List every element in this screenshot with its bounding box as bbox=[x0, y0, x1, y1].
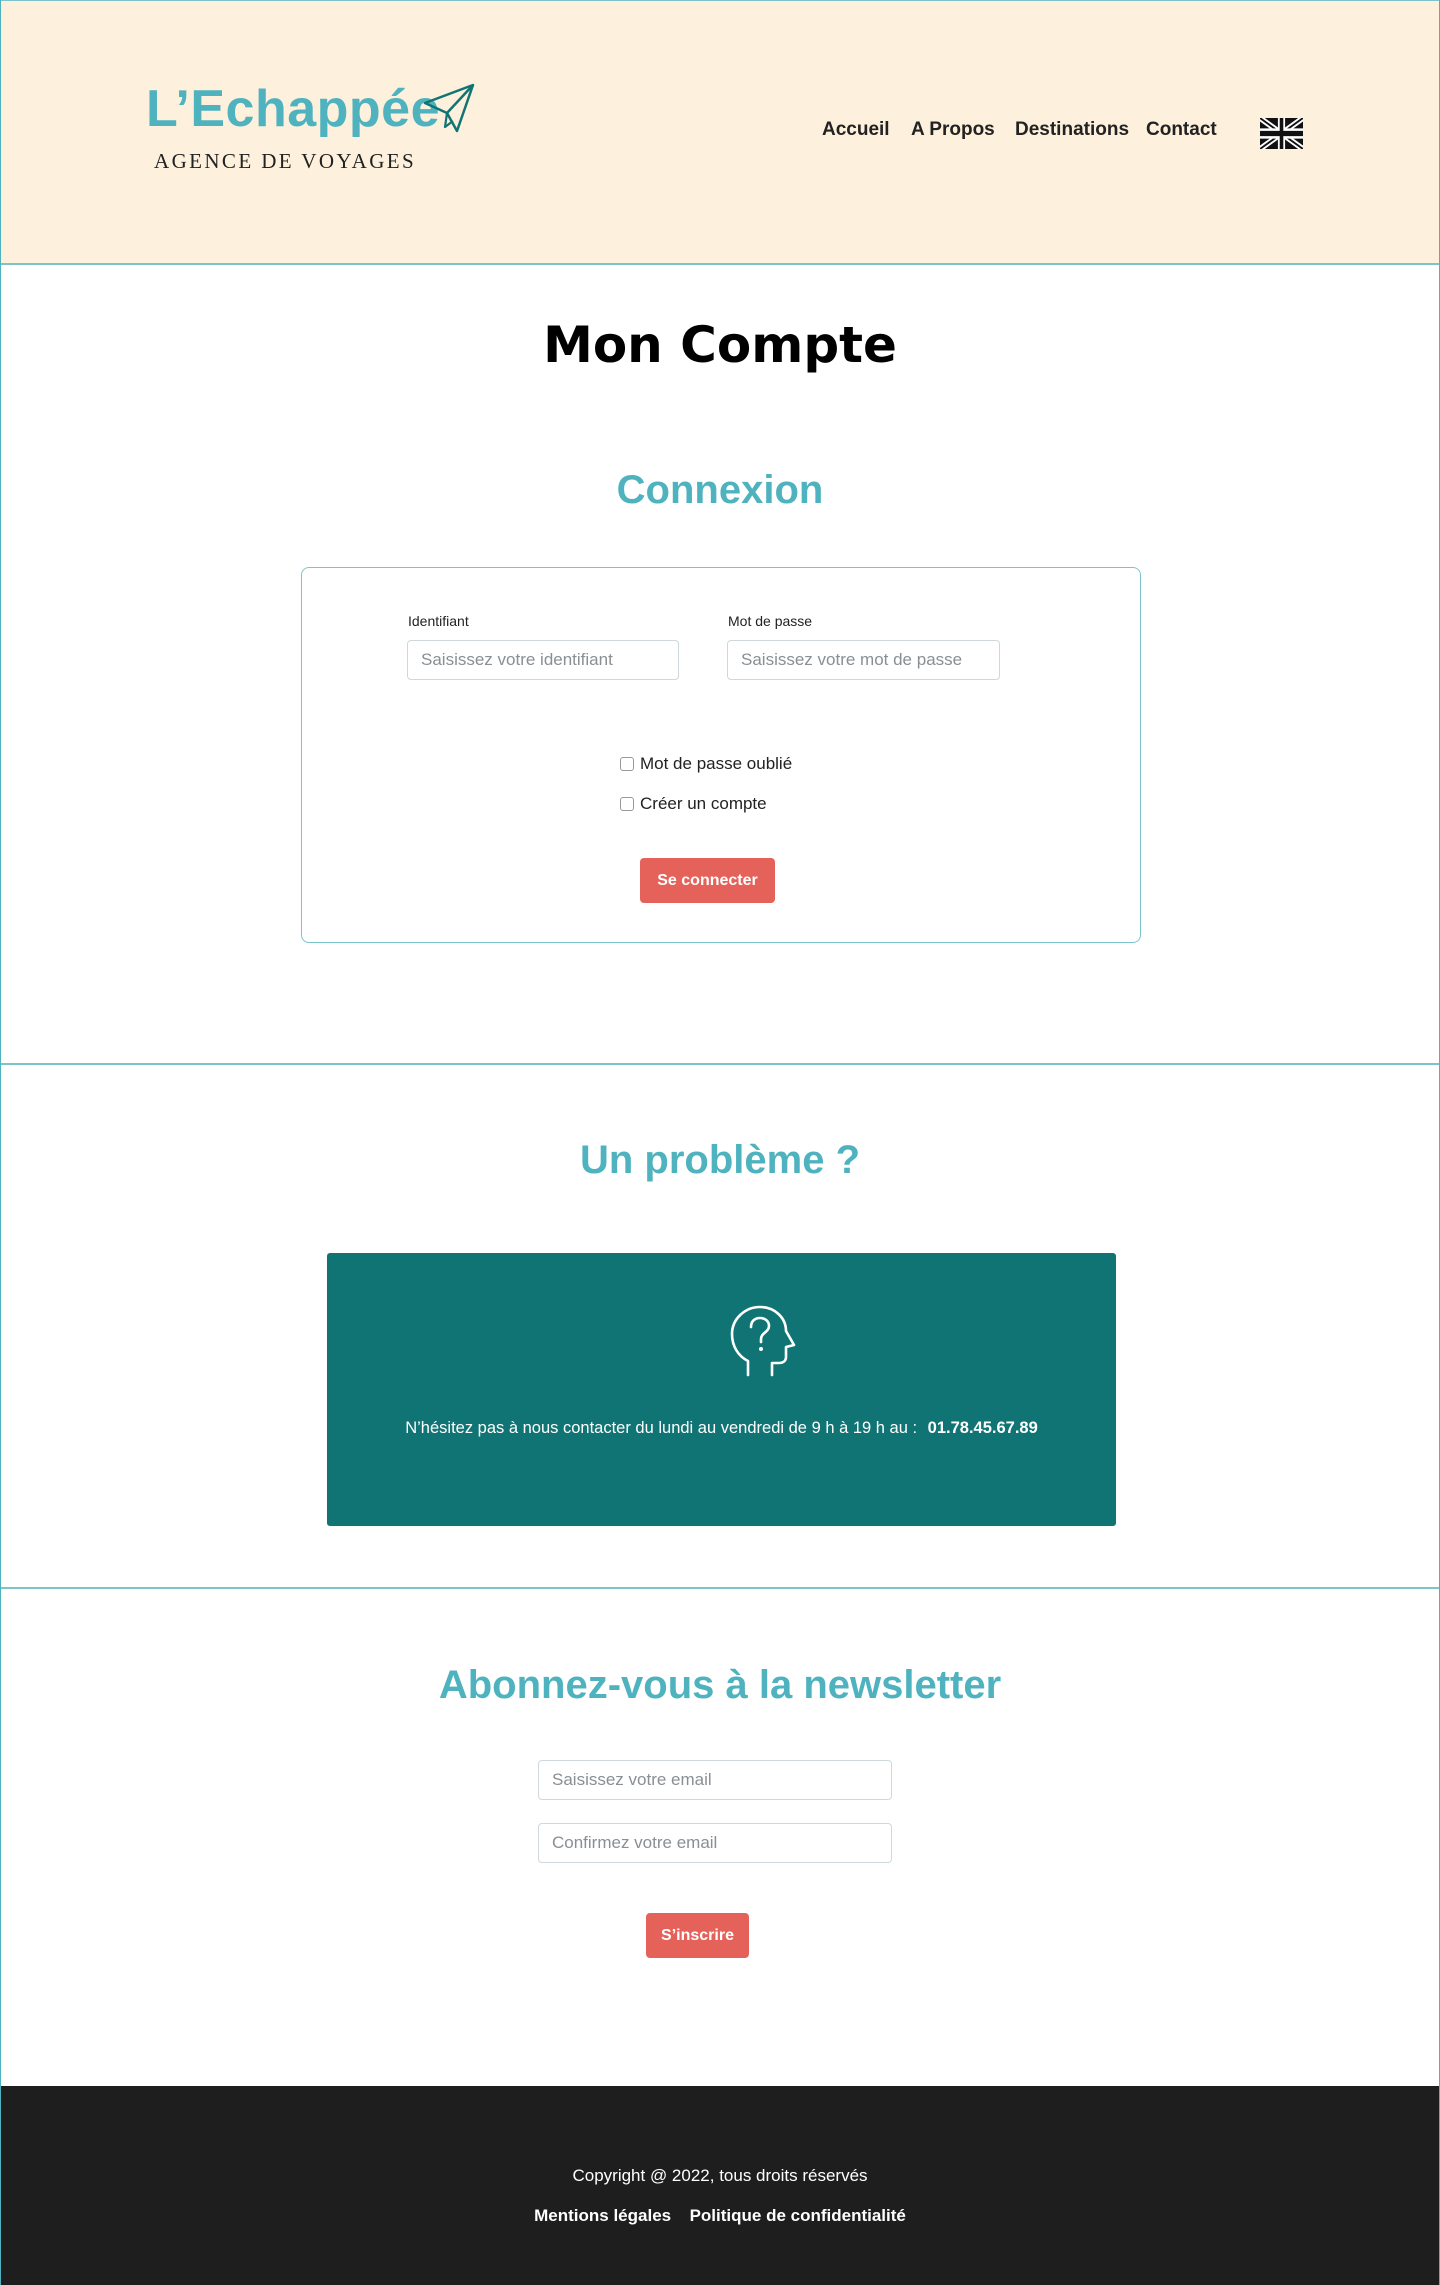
forgot-password-label: Mot de passe oublié bbox=[640, 754, 793, 773]
forgot-password-checkbox[interactable] bbox=[620, 757, 634, 771]
newsletter-email-input[interactable] bbox=[538, 1760, 892, 1800]
identifier-input[interactable] bbox=[407, 640, 679, 680]
create-account-label: Créer un compte bbox=[640, 794, 767, 813]
section-divider bbox=[1, 1063, 1439, 1065]
forgot-password-option[interactable]: Mot de passe oublié bbox=[620, 754, 792, 774]
newsletter-title: Abonnez-vous à la newsletter bbox=[438, 1663, 1002, 1707]
page: L’Echappée AGENCE DE VOYAGES Accueil A P… bbox=[0, 0, 1440, 2285]
password-label: Mot de passe bbox=[728, 613, 813, 629]
nav-contact[interactable]: Contact bbox=[1146, 119, 1217, 141]
uk-flag-icon[interactable] bbox=[1260, 118, 1303, 149]
help-message: N’hésitez pas à nous contacter du lundi … bbox=[327, 1419, 1116, 1438]
help-box: N’hésitez pas à nous contacter du lundi … bbox=[327, 1253, 1116, 1526]
login-title: Connexion bbox=[616, 468, 824, 512]
footer-links: Mentions légales Politique de confidenti… bbox=[1, 2206, 1439, 2226]
password-input[interactable] bbox=[727, 640, 1000, 680]
help-title: Un problème ? bbox=[579, 1138, 861, 1182]
login-button[interactable]: Se connecter bbox=[640, 858, 775, 903]
legal-notice-link[interactable]: Mentions légales bbox=[534, 2206, 671, 2225]
copyright: Copyright @ 2022, tous droits réservés bbox=[572, 2166, 868, 2185]
nav-destinations[interactable]: Destinations bbox=[1015, 119, 1129, 141]
paper-plane-icon bbox=[423, 83, 475, 133]
site-header: L’Echappée AGENCE DE VOYAGES Accueil A P… bbox=[1, 0, 1439, 265]
page-title: Mon Compte bbox=[543, 316, 897, 374]
identifier-label: Identifiant bbox=[408, 613, 469, 629]
logo-subtitle: AGENCE DE VOYAGES bbox=[154, 149, 417, 173]
nav-accueil[interactable]: Accueil bbox=[822, 119, 890, 141]
subscribe-button[interactable]: S’inscrire bbox=[646, 1913, 749, 1958]
create-account-checkbox[interactable] bbox=[620, 797, 634, 811]
create-account-option[interactable]: Créer un compte bbox=[620, 794, 767, 814]
nav-a-propos[interactable]: A Propos bbox=[911, 119, 995, 141]
privacy-policy-link[interactable]: Politique de confidentialité bbox=[690, 2206, 906, 2225]
help-text: N’hésitez pas à nous contacter du lundi … bbox=[405, 1419, 918, 1437]
head-question-icon bbox=[730, 1305, 796, 1377]
help-phone: 01.78.45.67.89 bbox=[927, 1419, 1038, 1437]
logo[interactable]: L’Echappée AGENCE DE VOYAGES bbox=[146, 83, 440, 174]
site-footer: Copyright @ 2022, tous droits réservés M… bbox=[1, 2086, 1439, 2285]
newsletter-confirm-input[interactable] bbox=[538, 1823, 892, 1863]
section-divider bbox=[1, 1587, 1439, 1589]
login-form: Identifiant Mot de passe Mot de passe ou… bbox=[301, 567, 1141, 943]
logo-title: L’Echappée bbox=[146, 80, 440, 138]
